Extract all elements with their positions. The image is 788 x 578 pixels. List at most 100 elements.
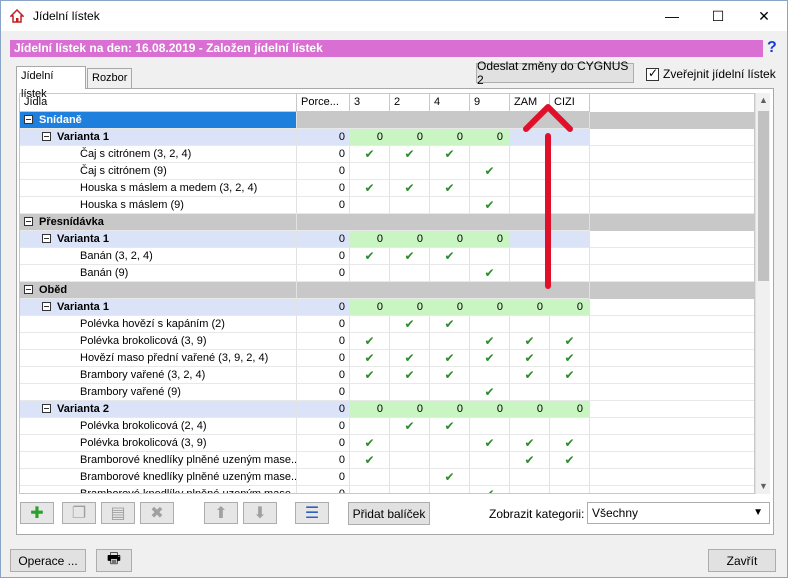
variant-row[interactable]: Varianta 100000 — [20, 231, 754, 248]
check-cell[interactable] — [510, 163, 550, 180]
collapse-icon[interactable] — [24, 115, 33, 124]
check-cell[interactable]: ✔ — [430, 367, 470, 384]
column-header[interactable]: Jídla — [20, 94, 297, 112]
check-cell[interactable]: ✔ — [390, 367, 430, 384]
check-cell[interactable]: ✔ — [430, 180, 470, 197]
check-cell[interactable]: ✔ — [350, 333, 390, 350]
operations-button[interactable]: Operace ... — [10, 549, 86, 572]
check-cell[interactable] — [470, 248, 510, 265]
edit-button[interactable]: ▤ — [101, 502, 135, 524]
close-button[interactable]: ✕ — [741, 1, 787, 31]
publish-checkbox-wrap[interactable]: Zveřejnit jídelní lístek — [646, 66, 776, 81]
check-cell[interactable]: ✔ — [350, 452, 390, 469]
porce-cell[interactable]: 0 — [297, 129, 350, 146]
collapse-icon[interactable] — [42, 132, 51, 141]
check-cell[interactable]: ✔ — [470, 333, 510, 350]
check-cell[interactable]: ✔ — [550, 452, 590, 469]
check-cell[interactable] — [470, 469, 510, 486]
move-down-button[interactable]: ⬇ — [243, 502, 277, 524]
portion-count-cell[interactable]: 0 — [550, 401, 590, 418]
collapse-icon[interactable] — [42, 302, 51, 311]
check-cell[interactable]: ✔ — [430, 350, 470, 367]
table-row[interactable]: Bramborové knedlíky plněné uzeným mase..… — [20, 452, 754, 469]
column-header[interactable]: CIZI — [550, 94, 590, 112]
porce-cell[interactable]: 0 — [297, 384, 350, 401]
porce-cell[interactable]: 0 — [297, 486, 350, 493]
porce-cell[interactable]: 0 — [297, 333, 350, 350]
table-row[interactable]: Bramborové knedlíky plněné uzeným mase..… — [20, 469, 754, 486]
table-row[interactable]: Brambory vařené (3, 2, 4) 0 ✔ ✔ ✔ ✔ ✔ — [20, 367, 754, 384]
variant-row[interactable]: Varianta 100000 — [20, 129, 754, 146]
check-cell[interactable]: ✔ — [510, 350, 550, 367]
category-row[interactable]: Oběd — [20, 282, 754, 299]
portion-count-cell[interactable]: 0 — [470, 129, 510, 146]
portion-count-cell[interactable]: 0 — [350, 299, 390, 316]
variant-row[interactable]: Varianta 20000000 — [20, 401, 754, 418]
check-cell[interactable] — [550, 265, 590, 282]
check-cell[interactable]: ✔ — [470, 163, 510, 180]
porce-cell[interactable]: 0 — [297, 163, 350, 180]
check-cell[interactable]: ✔ — [470, 486, 510, 493]
check-cell[interactable]: ✔ — [430, 248, 470, 265]
portion-count-cell[interactable]: 0 — [430, 129, 470, 146]
table-row[interactable]: Čaj s citrónem (3, 2, 4) 0 ✔ ✔ ✔ — [20, 146, 754, 163]
check-cell[interactable] — [430, 452, 470, 469]
check-cell[interactable] — [390, 452, 430, 469]
check-cell[interactable] — [350, 163, 390, 180]
portion-count-cell[interactable]: 0 — [510, 401, 550, 418]
check-cell[interactable] — [350, 486, 390, 493]
copy-button[interactable]: ❐ — [62, 502, 96, 524]
check-cell[interactable] — [550, 486, 590, 493]
portion-count-cell[interactable]: 0 — [350, 401, 390, 418]
check-cell[interactable] — [550, 146, 590, 163]
check-cell[interactable] — [510, 197, 550, 214]
collapse-icon[interactable] — [42, 404, 51, 413]
portion-count-cell[interactable]: 0 — [470, 231, 510, 248]
menu-grid[interactable]: JídlaPorce...3249ZAMCIZI Snídaně Varianta … — [19, 93, 755, 494]
porce-cell[interactable]: 0 — [297, 231, 350, 248]
check-cell[interactable] — [390, 469, 430, 486]
check-cell[interactable]: ✔ — [350, 146, 390, 163]
maximize-button[interactable]: ☐ — [695, 1, 741, 31]
portion-count-cell[interactable]: 0 — [430, 299, 470, 316]
table-row[interactable]: Banán (3, 2, 4) 0 ✔ ✔ ✔ — [20, 248, 754, 265]
scroll-thumb[interactable] — [758, 111, 769, 281]
column-header[interactable]: ZAM — [510, 94, 550, 112]
check-cell[interactable] — [550, 316, 590, 333]
check-cell[interactable]: ✔ — [550, 435, 590, 452]
portion-count-cell[interactable]: 0 — [390, 231, 430, 248]
portion-count-cell[interactable]: 0 — [510, 299, 550, 316]
check-cell[interactable] — [510, 384, 550, 401]
table-row[interactable]: Houska s máslem a medem (3, 2, 4) 0 ✔ ✔ ✔ — [20, 180, 754, 197]
check-cell[interactable] — [510, 486, 550, 493]
check-cell[interactable] — [510, 316, 550, 333]
vertical-scrollbar[interactable]: ▲ ▼ — [755, 93, 770, 494]
check-cell[interactable] — [470, 316, 510, 333]
column-header[interactable]: 9 — [470, 94, 510, 112]
porce-cell[interactable]: 0 — [297, 180, 350, 197]
check-cell[interactable]: ✔ — [510, 435, 550, 452]
porce-cell[interactable]: 0 — [297, 367, 350, 384]
check-cell[interactable] — [350, 265, 390, 282]
check-cell[interactable] — [390, 486, 430, 493]
porce-cell[interactable]: 0 — [297, 299, 350, 316]
delete-button[interactable]: ✖ — [140, 502, 174, 524]
column-header[interactable]: 4 — [430, 94, 470, 112]
check-cell[interactable] — [390, 333, 430, 350]
check-cell[interactable] — [350, 316, 390, 333]
check-cell[interactable]: ✔ — [430, 146, 470, 163]
check-cell[interactable] — [550, 469, 590, 486]
portion-count-cell[interactable]: 0 — [350, 129, 390, 146]
category-row[interactable]: Snídaně — [20, 112, 754, 129]
check-cell[interactable] — [550, 163, 590, 180]
collapse-icon[interactable] — [42, 234, 51, 243]
portion-count-cell[interactable]: 0 — [550, 299, 590, 316]
porce-cell[interactable]: 0 — [297, 146, 350, 163]
check-cell[interactable]: ✔ — [550, 333, 590, 350]
portion-count-cell[interactable]: 0 — [350, 231, 390, 248]
table-row[interactable]: Houska s máslem (9) 0 ✔ — [20, 197, 754, 214]
check-cell[interactable]: ✔ — [390, 418, 430, 435]
check-cell[interactable]: ✔ — [430, 418, 470, 435]
check-cell[interactable] — [390, 384, 430, 401]
scroll-up-icon[interactable]: ▲ — [756, 93, 771, 108]
